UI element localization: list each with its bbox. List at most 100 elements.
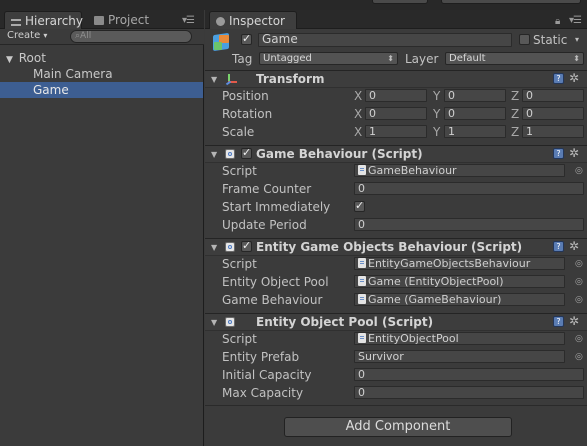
- object-picker-icon[interactable]: ◎: [575, 259, 583, 269]
- toolbar-button-left[interactable]: [372, 0, 428, 4]
- toolbar-button-right[interactable]: [441, 0, 581, 4]
- fold-arrow-icon[interactable]: ▼: [211, 75, 217, 84]
- entity-object-pool-field[interactable]: Game (EntityObjectPool): [354, 275, 565, 288]
- entity-game-objects-title: Entity Game Objects Behaviour (Script): [256, 240, 523, 254]
- fold-arrow-icon[interactable]: ▼: [211, 150, 217, 159]
- lock-icon[interactable]: 🔒︎: [555, 16, 560, 27]
- rotation-z-field[interactable]: 0: [522, 107, 584, 120]
- frame-counter-field[interactable]: 0: [354, 182, 584, 195]
- game-behaviour-ref-field[interactable]: Game (GameBehaviour): [354, 293, 565, 306]
- create-button[interactable]: Create ▾: [7, 30, 47, 44]
- entity-prefab-field[interactable]: Survivor: [354, 350, 565, 363]
- tab-project[interactable]: Project: [88, 11, 158, 29]
- script-label: Script: [222, 332, 257, 346]
- script-file-icon: [358, 165, 366, 175]
- initial-capacity-label: Initial Capacity: [222, 368, 312, 382]
- script-value: EntityObjectPool: [368, 332, 459, 345]
- fold-arrow-icon[interactable]: ▼: [6, 55, 13, 65]
- tab-inspector[interactable]: Inspector: [209, 11, 297, 29]
- object-picker-icon[interactable]: ◎: [575, 166, 583, 176]
- object-picker-icon[interactable]: ◎: [575, 352, 583, 362]
- position-x-field[interactable]: 0: [365, 89, 427, 102]
- static-dropdown-icon[interactable]: ▾: [575, 35, 579, 44]
- axis-x-label: X: [354, 89, 363, 103]
- add-component-button[interactable]: Add Component: [284, 417, 512, 437]
- update-period-field[interactable]: 0: [354, 218, 584, 231]
- layer-label: Layer: [405, 52, 439, 66]
- search-input[interactable]: ⌕All: [70, 30, 192, 43]
- max-capacity-field[interactable]: 0: [354, 386, 584, 399]
- tree-item-main-camera[interactable]: Main Camera: [0, 66, 203, 82]
- rotation-y-field[interactable]: 0: [444, 107, 506, 120]
- script-value: EntityGameObjectsBehaviour: [368, 257, 531, 270]
- start-immediately-checkbox[interactable]: [354, 199, 365, 212]
- rotation-label: Rotation: [222, 107, 273, 121]
- game-behaviour-ref-label: Game Behaviour: [222, 293, 323, 307]
- gear-icon[interactable]: ✲: [569, 240, 579, 252]
- help-icon[interactable]: ?: [553, 241, 564, 252]
- axis-z-label: Z: [511, 125, 520, 139]
- chevron-down-icon: ▾: [43, 31, 48, 40]
- hierarchy-list-icon: [11, 19, 21, 26]
- gear-icon[interactable]: ✲: [569, 315, 579, 327]
- rotation-x-field[interactable]: 0: [365, 107, 427, 120]
- script-field[interactable]: EntityObjectPool: [354, 332, 565, 345]
- initial-capacity-field[interactable]: 0: [354, 368, 584, 381]
- game-behaviour-enabled-checkbox[interactable]: [241, 146, 252, 159]
- entity-object-pool-value: Game (EntityObjectPool): [368, 275, 504, 288]
- gear-icon[interactable]: ✲: [569, 72, 579, 84]
- position-z-field[interactable]: 0: [522, 89, 584, 102]
- fold-arrow-icon[interactable]: ▼: [211, 243, 217, 252]
- static-checkbox[interactable]: [519, 34, 530, 45]
- divider: [205, 405, 587, 406]
- hierarchy-menu-icon[interactable]: ▾☰: [182, 15, 195, 26]
- object-picker-icon[interactable]: ◎: [575, 334, 583, 344]
- max-capacity-label: Max Capacity: [222, 386, 304, 400]
- help-icon[interactable]: ?: [553, 148, 564, 159]
- script-component-icon: [225, 149, 235, 159]
- scale-x-field[interactable]: 1: [365, 125, 427, 138]
- axis-x-label: X: [354, 125, 363, 139]
- object-picker-icon[interactable]: ◎: [575, 277, 583, 287]
- help-icon[interactable]: ?: [553, 316, 564, 327]
- tree-item-label: Game: [33, 83, 69, 97]
- help-icon[interactable]: ?: [553, 73, 564, 84]
- search-placeholder: All: [80, 31, 92, 41]
- entity-game-objects-enabled-checkbox[interactable]: [241, 239, 252, 252]
- fold-arrow-icon[interactable]: ▼: [211, 318, 217, 327]
- script-label: Script: [222, 164, 257, 178]
- tree-item-game[interactable]: Game: [0, 82, 203, 98]
- layer-dropdown[interactable]: Default ⬍: [445, 52, 584, 65]
- script-field[interactable]: EntityGameObjectsBehaviour: [354, 257, 565, 270]
- object-name-field[interactable]: Game: [258, 33, 512, 47]
- axis-y-label: Y: [433, 125, 441, 139]
- updown-arrow-icon: ⬍: [573, 54, 580, 63]
- tree-item-root[interactable]: ▼ Root: [0, 50, 203, 66]
- script-component-icon: [225, 242, 235, 252]
- static-label: Static: [533, 33, 568, 47]
- entity-object-pool-title: Entity Object Pool (Script): [256, 315, 434, 329]
- script-file-icon: [358, 276, 366, 286]
- object-picker-icon[interactable]: ◎: [575, 295, 583, 305]
- tab-inspector-label: Inspector: [229, 14, 285, 28]
- script-file-icon: [358, 294, 366, 304]
- layer-value: Default: [449, 53, 486, 64]
- inspector-menu-icon[interactable]: ▾☰: [569, 15, 582, 26]
- script-component-icon: [225, 317, 235, 327]
- position-y-field[interactable]: 0: [444, 89, 506, 102]
- script-field[interactable]: GameBehaviour: [354, 164, 565, 177]
- active-checkbox[interactable]: [241, 32, 252, 45]
- tab-hierarchy[interactable]: Hierarchy: [4, 11, 83, 29]
- update-period-label: Update Period: [222, 218, 307, 232]
- updown-arrow-icon: ⬍: [387, 54, 394, 63]
- gear-icon[interactable]: ✲: [569, 147, 579, 159]
- tree-item-label: Main Camera: [33, 67, 113, 81]
- tag-dropdown[interactable]: Untagged ⬍: [259, 52, 398, 65]
- entity-prefab-label: Entity Prefab: [222, 350, 300, 364]
- scale-z-field[interactable]: 1: [522, 125, 584, 138]
- scale-y-field[interactable]: 1: [444, 125, 506, 138]
- script-file-icon: [358, 258, 366, 268]
- start-immediately-label: Start Immediately: [222, 200, 331, 214]
- tag-label: Tag: [232, 52, 253, 66]
- tag-value: Untagged: [263, 53, 312, 64]
